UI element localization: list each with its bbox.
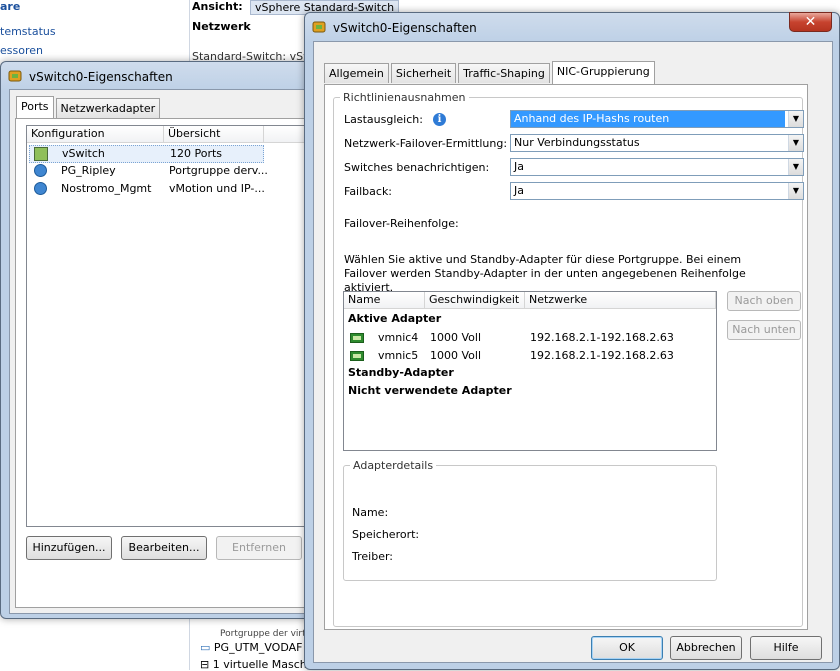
switch-icon xyxy=(34,147,48,164)
portgroup-caption: Portgruppe der virtu xyxy=(220,629,312,639)
policy-group-legend: Richtlinienausnahmen xyxy=(340,91,469,104)
edit-button[interactable]: Bearbeiten... xyxy=(121,536,207,560)
network-icon xyxy=(34,182,47,198)
column-filler xyxy=(264,126,307,143)
table-row[interactable]: vSwitch 120 Ports xyxy=(29,145,264,163)
move-down-button[interactable]: Nach unten xyxy=(727,320,801,340)
vm-count-item: ⊟ 1 virtuelle Masch xyxy=(200,658,307,671)
column-configuration[interactable]: Konfiguration xyxy=(27,126,164,143)
add-button[interactable]: Hinzufügen... xyxy=(26,536,112,560)
adapter-list[interactable]: Name Geschwindigkeit Netzwerke Aktive Ad… xyxy=(343,291,717,451)
nic-teaming-panel: Richtlinienausnahmen Lastausgleich: i An… xyxy=(324,84,808,630)
column-summary[interactable]: Übersicht xyxy=(164,126,264,143)
view-label: Ansicht: xyxy=(192,0,243,13)
table-row[interactable]: PG_Ripley Portgruppe derv... xyxy=(29,163,268,181)
adapter-name: vmnic5 xyxy=(378,349,419,362)
failover-detection-value: Nur Verbindungsstatus xyxy=(514,136,640,149)
window-client: Allgemein Sicherheit Traffic-Shaping NIC… xyxy=(313,41,833,663)
adapter-name: vmnic4 xyxy=(378,331,419,344)
details-legend: Adapterdetails xyxy=(350,459,437,472)
vsphere-app-icon xyxy=(312,21,326,33)
tab-ports[interactable]: Ports xyxy=(16,96,54,119)
row-summary: 120 Ports xyxy=(170,147,223,160)
failback-select[interactable]: Ja ▼ xyxy=(510,182,804,200)
cancel-button[interactable]: Abbrechen xyxy=(670,636,742,660)
chevron-down-icon[interactable]: ▼ xyxy=(788,183,803,199)
sidebar-link-processors[interactable]: essoren xyxy=(0,44,43,57)
ports-panel: Konfiguration Übersicht vSwitch 120 Port… xyxy=(15,118,315,608)
comment-icon: ▭ xyxy=(200,641,211,654)
vm-count: 1 virtuelle Masch xyxy=(212,658,307,671)
detail-driver-label: Treiber: xyxy=(352,550,393,563)
notify-switches-value: Ja xyxy=(514,160,524,173)
unused-adapters-header: Nicht verwendete Adapter xyxy=(348,384,512,397)
failover-order-label: Failover-Reihenfolge: xyxy=(344,217,459,230)
row-summary: Portgruppe derv... xyxy=(169,164,268,177)
row-name: Nostromo_Mgmt xyxy=(61,182,152,195)
portgroup-item[interactable]: ▭ PG_UTM_VODAF xyxy=(200,641,302,654)
portgroup-name: PG_UTM_VODAF xyxy=(213,641,303,654)
info-icon: i xyxy=(433,113,446,126)
load-balancing-label: Lastausgleich: xyxy=(344,113,423,126)
window-client: Ports Netzwerkadapter Konfiguration Über… xyxy=(9,89,315,614)
failback-value: Ja xyxy=(514,184,524,197)
vsphere-app-icon xyxy=(8,70,22,82)
load-balancing-select[interactable]: Anhand des IP-Hashs routen ▼ xyxy=(510,110,804,128)
window-title: vSwitch0-Eigenschaften xyxy=(29,70,173,84)
move-up-button[interactable]: Nach oben xyxy=(727,291,801,311)
nic-icon xyxy=(350,351,364,364)
column-speed[interactable]: Geschwindigkeit xyxy=(425,292,525,309)
row-summary: vMotion und IP-... xyxy=(169,182,265,195)
notify-switches-select[interactable]: Ja ▼ xyxy=(510,158,804,176)
minus-icon: ⊟ xyxy=(200,658,210,671)
failover-detection-label: Netzwerk-Failover-Ermittlung: xyxy=(344,137,508,150)
ports-list[interactable]: Konfiguration Übersicht vSwitch 120 Port… xyxy=(26,125,307,527)
column-networks[interactable]: Netzwerke xyxy=(525,292,716,309)
notify-switches-label: Switches benachrichtigen: xyxy=(344,161,490,174)
active-adapters-header: Aktive Adapter xyxy=(348,312,442,325)
adapter-networks: 192.168.2.1-192.168.2.63 xyxy=(530,349,674,362)
tab-network-adapters[interactable]: Netzwerkadapter xyxy=(55,98,161,118)
network-icon xyxy=(34,164,47,180)
failback-label: Failback: xyxy=(344,185,393,198)
tab-general[interactable]: Allgemein xyxy=(324,63,389,83)
tab-security[interactable]: Sicherheit xyxy=(390,63,457,83)
standby-adapters-header: Standby-Adapter xyxy=(348,366,454,379)
row-name: PG_Ripley xyxy=(61,164,116,177)
front-properties-window: vSwitch0-Eigenschaften ✕ Allgemein Siche… xyxy=(304,12,840,670)
tab-nic-teaming[interactable]: NIC-Gruppierung xyxy=(551,61,655,84)
nic-icon xyxy=(350,333,364,346)
ok-button[interactable]: OK xyxy=(591,636,663,660)
adapter-networks: 192.168.2.1-192.168.2.63 xyxy=(530,331,674,344)
row-name: vSwitch xyxy=(62,147,105,160)
chevron-down-icon[interactable]: ▼ xyxy=(788,135,803,151)
failover-description: Wählen Sie aktive und Standby-Adapter fü… xyxy=(344,253,746,294)
sidebar-heading: are xyxy=(0,0,21,13)
table-row[interactable]: Nostromo_Mgmt vMotion und IP-... xyxy=(29,181,265,199)
remove-button[interactable]: Entfernen xyxy=(216,536,302,560)
adapter-details-group: Adapterdetails xyxy=(343,459,717,581)
chevron-down-icon[interactable]: ▼ xyxy=(788,111,803,127)
adapter-row[interactable]: vmnic5 1000 Voll 192.168.2.1-192.168.2.6… xyxy=(348,348,714,366)
help-button[interactable]: Hilfe xyxy=(750,636,822,660)
chevron-down-icon[interactable]: ▼ xyxy=(788,159,803,175)
network-heading: Netzwerk xyxy=(192,20,251,33)
column-name[interactable]: Name xyxy=(344,292,425,309)
window-title: vSwitch0-Eigenschaften xyxy=(333,21,477,35)
back-properties-window: vSwitch0-Eigenschaften Ports Netzwerkada… xyxy=(0,61,315,619)
failover-detection-select[interactable]: Nur Verbindungsstatus ▼ xyxy=(510,134,804,152)
adapter-speed: 1000 Voll xyxy=(430,331,482,344)
close-button[interactable]: ✕ xyxy=(789,12,832,32)
detail-name-label: Name: xyxy=(352,506,389,519)
sidebar-link-status[interactable]: temstatus xyxy=(0,25,56,38)
detail-location-label: Speicherort: xyxy=(352,528,420,541)
adapter-row[interactable]: vmnic4 1000 Voll 192.168.2.1-192.168.2.6… xyxy=(348,330,714,348)
tab-traffic-shaping[interactable]: Traffic-Shaping xyxy=(458,63,550,83)
adapter-speed: 1000 Voll xyxy=(430,349,482,362)
load-balancing-value: Anhand des IP-Hashs routen xyxy=(511,111,785,127)
